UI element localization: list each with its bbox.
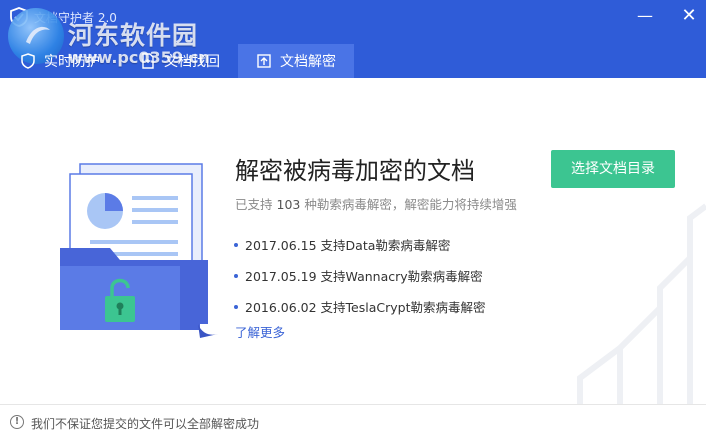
supported-virus-list: 2017.06.15 支持Data勒索病毒解密 2017.05.19 支持Wan…	[234, 229, 554, 322]
title-bar: 文档守护者 2.0 河东软件园 www.pc0359.cn — ✕ 实时防护 文…	[0, 0, 706, 78]
bullet-icon	[234, 242, 238, 247]
support-summary: 已支持 103 种勒索病毒解密，解密能力将持续增强	[235, 194, 517, 213]
tab-label: 文档解密	[280, 54, 336, 70]
close-button[interactable]: ✕	[678, 5, 700, 27]
footer: ! 我们不保证您提交的文件可以全部解密成功	[0, 405, 706, 440]
list-item-text: 2017.06.15 支持Data勒索病毒解密	[245, 238, 451, 253]
warning-icon: !	[10, 415, 24, 429]
disclaimer-text: 我们不保证您提交的文件可以全部解密成功	[31, 417, 260, 431]
summary-suffix: 种勒索病毒解密，解密能力将持续增强	[304, 197, 517, 212]
minimize-button[interactable]: —	[634, 5, 656, 27]
unlock-document-icon	[257, 54, 271, 68]
list-item-text: 2016.06.02 支持TeslaCrypt勒索病毒解密	[245, 300, 486, 315]
page-title: 解密被病毒加密的文档	[235, 157, 475, 185]
tab-document-decrypt[interactable]: 文档解密	[238, 44, 354, 78]
tab-document-recover[interactable]: 文档找回	[128, 44, 236, 78]
learn-more-link[interactable]: 了解更多	[235, 322, 285, 341]
list-item: 2017.06.15 支持Data勒索病毒解密	[234, 229, 554, 260]
list-item: 2016.06.02 支持TeslaCrypt勒索病毒解密	[234, 291, 554, 322]
background-decoration	[577, 203, 706, 404]
bullet-icon	[234, 273, 238, 278]
list-item-text: 2017.05.19 支持Wannacry勒索病毒解密	[245, 269, 483, 284]
tab-realtime-protection[interactable]: 实时防护	[12, 44, 122, 78]
locked-folder-illustration	[60, 163, 218, 338]
select-document-directory-button[interactable]: 选择文档目录	[551, 150, 675, 188]
decrypt-panel: 解密被病毒加密的文档 已支持 103 种勒索病毒解密，解密能力将持续增强 选择文…	[0, 78, 706, 404]
tab-label: 实时防护	[44, 54, 100, 70]
supported-virus-count: 103	[276, 197, 301, 212]
list-item: 2017.05.19 支持Wannacry勒索病毒解密	[234, 260, 554, 291]
app-title: 文档守护者 2.0	[34, 11, 117, 25]
document-recover-icon	[142, 53, 154, 69]
shield-icon	[21, 53, 35, 69]
summary-prefix: 已支持	[235, 197, 273, 212]
bullet-icon	[234, 304, 238, 309]
tab-label: 文档找回	[164, 54, 220, 70]
app-logo-icon	[10, 7, 28, 27]
